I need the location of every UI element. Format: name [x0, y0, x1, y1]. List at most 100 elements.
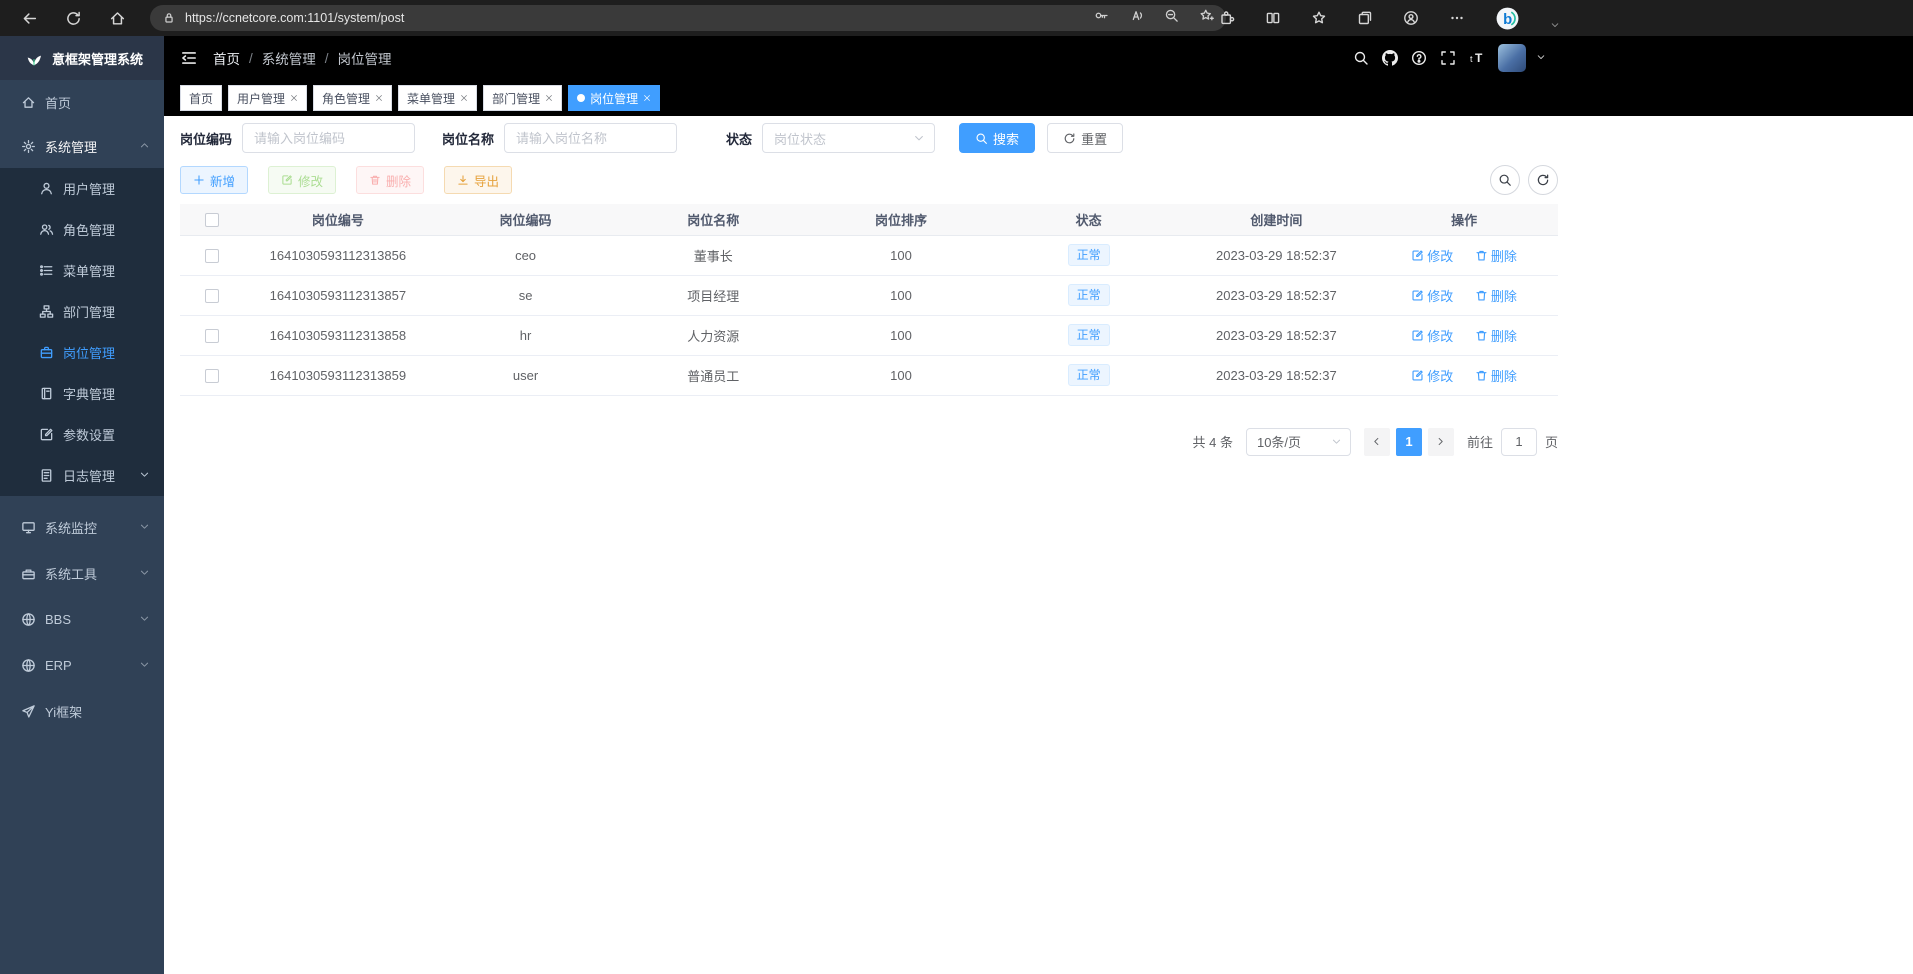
- row-checkbox[interactable]: [205, 369, 219, 383]
- sidebar-item-bbs[interactable]: BBS: [0, 596, 164, 642]
- row-delete-link[interactable]: 删除: [1475, 246, 1517, 265]
- sidebar-item-dict-management[interactable]: 字典管理: [0, 373, 164, 414]
- row-checkbox[interactable]: [205, 289, 219, 303]
- sidebar-item-param-settings[interactable]: 参数设置: [0, 414, 164, 455]
- close-icon[interactable]: [643, 94, 651, 102]
- tabs-bar: 首页 用户管理 角色管理 菜单管理 部门管理 岗位管理: [164, 80, 1913, 116]
- search-icon[interactable]: [1353, 50, 1369, 66]
- cell-post-code: hr: [432, 315, 620, 355]
- sidebar: 意框架管理系统 首页 系统管理 用户管理 角色管理 菜单管理: [0, 36, 164, 974]
- sidebar-item-yi-framework[interactable]: Yi框架: [0, 688, 164, 734]
- key-icon[interactable]: [1094, 8, 1109, 28]
- back-icon[interactable]: [14, 3, 44, 33]
- column-header-status: 状态: [995, 204, 1183, 235]
- read-aloud-icon[interactable]: [1129, 8, 1144, 28]
- close-icon[interactable]: [290, 94, 298, 102]
- breadcrumb: 首页 / 系统管理 / 岗位管理: [213, 48, 392, 68]
- close-icon[interactable]: [375, 94, 383, 102]
- breadcrumb-separator: /: [249, 51, 253, 66]
- help-icon[interactable]: [1411, 50, 1427, 66]
- svg-text:T: T: [1475, 51, 1483, 65]
- row-checkbox[interactable]: [205, 329, 219, 343]
- close-icon[interactable]: [460, 94, 468, 102]
- sidebar-item-user-management[interactable]: 用户管理: [0, 168, 164, 209]
- collections-icon[interactable]: [1357, 10, 1373, 26]
- sidebar-item-home[interactable]: 首页: [0, 80, 164, 124]
- refresh-icon[interactable]: [58, 3, 88, 33]
- row-checkbox[interactable]: [205, 249, 219, 263]
- post-code-input[interactable]: [242, 123, 415, 153]
- row-edit-link[interactable]: 修改: [1411, 366, 1453, 385]
- row-delete-link[interactable]: 删除: [1475, 286, 1517, 305]
- sidebar-item-dept-management[interactable]: 部门管理: [0, 291, 164, 332]
- goto-page-input[interactable]: [1501, 428, 1537, 456]
- reset-button[interactable]: 重置: [1047, 123, 1123, 153]
- chevron-down-icon[interactable]: [1550, 17, 1560, 35]
- sidebar-menu: 首页 系统管理 用户管理 角色管理 菜单管理 部门管理: [0, 80, 164, 734]
- tab-menu-management[interactable]: 菜单管理: [398, 85, 477, 111]
- favorite-add-icon[interactable]: [1199, 8, 1214, 28]
- sidebar-item-role-management[interactable]: 角色管理: [0, 209, 164, 250]
- add-button[interactable]: 新增: [180, 166, 248, 194]
- status-select[interactable]: 岗位状态: [762, 123, 935, 153]
- row-delete-link[interactable]: 删除: [1475, 326, 1517, 345]
- page-number-button[interactable]: 1: [1396, 428, 1422, 456]
- refresh-icon: [1063, 132, 1076, 145]
- edit-button[interactable]: 修改: [268, 166, 336, 194]
- copilot-bing-icon[interactable]: b: [1495, 6, 1520, 31]
- edit-icon: [281, 174, 293, 186]
- sidebar-item-system-tools[interactable]: 系统工具: [0, 550, 164, 596]
- breadcrumb-item-system[interactable]: 系统管理: [262, 48, 316, 68]
- url-text: https://ccnetcore.com:1101/system/post: [185, 11, 1085, 25]
- search-button[interactable]: 搜索: [959, 123, 1035, 153]
- more-icon[interactable]: [1449, 10, 1465, 26]
- address-bar[interactable]: https://ccnetcore.com:1101/system/post: [150, 5, 1226, 31]
- sidebar-item-erp[interactable]: ERP: [0, 642, 164, 688]
- column-header-actions: 操作: [1370, 204, 1558, 235]
- tab-dept-management[interactable]: 部门管理: [483, 85, 562, 111]
- sidebar-item-menu-management[interactable]: 菜单管理: [0, 250, 164, 291]
- profile-icon[interactable]: [1403, 10, 1419, 26]
- tab-post-management[interactable]: 岗位管理: [568, 85, 660, 111]
- column-header-created: 创建时间: [1183, 204, 1371, 235]
- font-size-icon[interactable]: tT: [1469, 50, 1485, 66]
- breadcrumb-item-post: 岗位管理: [338, 48, 392, 68]
- extensions-icon[interactable]: [1219, 10, 1235, 26]
- fullscreen-icon[interactable]: [1440, 50, 1456, 66]
- chevron-up-icon: [139, 139, 150, 154]
- favorites-icon[interactable]: [1311, 10, 1327, 26]
- github-icon[interactable]: [1382, 50, 1398, 66]
- tab-role-management[interactable]: 角色管理: [313, 85, 392, 111]
- sidebar-item-post-management[interactable]: 岗位管理: [0, 332, 164, 373]
- row-delete-link[interactable]: 删除: [1475, 366, 1517, 385]
- split-screen-icon[interactable]: [1265, 10, 1281, 26]
- post-name-label: 岗位名称: [442, 129, 494, 148]
- row-edit-link[interactable]: 修改: [1411, 286, 1453, 305]
- tab-user-management[interactable]: 用户管理: [228, 85, 307, 111]
- row-edit-link[interactable]: 修改: [1411, 246, 1453, 265]
- tab-home[interactable]: 首页: [180, 85, 222, 111]
- sidebar-item-system-monitor[interactable]: 系统监控: [0, 504, 164, 550]
- user-avatar[interactable]: [1498, 44, 1526, 72]
- row-edit-link[interactable]: 修改: [1411, 326, 1453, 345]
- home-icon[interactable]: [102, 3, 132, 33]
- delete-button[interactable]: 删除: [356, 166, 424, 194]
- table-row: 1641030593112313856 ceo 董事长 100 正常 2023-…: [180, 235, 1558, 275]
- select-all-checkbox[interactable]: [205, 213, 219, 227]
- menu-collapse-icon[interactable]: [180, 49, 198, 67]
- export-button[interactable]: 导出: [444, 166, 512, 194]
- breadcrumb-item-home[interactable]: 首页: [213, 48, 240, 68]
- next-page-button[interactable]: [1428, 428, 1454, 456]
- close-icon[interactable]: [545, 94, 553, 102]
- toggle-search-button[interactable]: [1490, 165, 1520, 195]
- refresh-table-button[interactable]: [1528, 165, 1558, 195]
- sidebar-item-log-management[interactable]: 日志管理: [0, 455, 164, 496]
- post-name-input[interactable]: [504, 123, 677, 153]
- chevron-down-icon[interactable]: [1536, 49, 1546, 67]
- prev-page-button[interactable]: [1364, 428, 1390, 456]
- download-icon: [457, 174, 469, 186]
- zoom-out-icon[interactable]: [1164, 8, 1179, 28]
- site-lock-icon[interactable]: [162, 11, 176, 25]
- page-size-select[interactable]: 10条/页: [1246, 428, 1351, 456]
- sidebar-item-system-management[interactable]: 系统管理: [0, 124, 164, 168]
